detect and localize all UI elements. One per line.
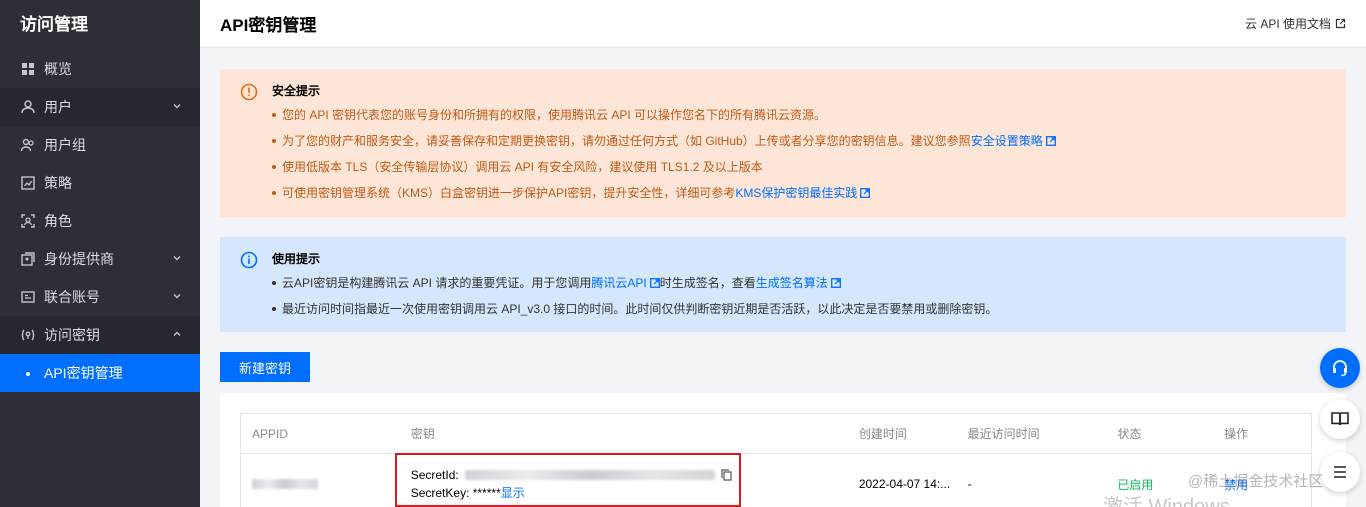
show-secret-key-link[interactable]: 显示 xyxy=(501,484,525,502)
copy-icon[interactable] xyxy=(721,469,732,481)
api-doc-link-label: 云 API 使用文档 xyxy=(1244,17,1331,31)
sidebar-item-label: API密钥管理 xyxy=(44,365,123,381)
security-tip: 为了您的财产和服务安全，请妥善保存和定期更换密钥，请勿通过任何方式（如 GitH… xyxy=(272,134,1326,148)
sidebar-item-label: 策略 xyxy=(44,175,72,191)
secret-cell: SecretId: SecretKey: ****** 显示 xyxy=(400,454,848,507)
external-link-icon xyxy=(1335,18,1346,29)
external-link-icon xyxy=(1045,136,1056,146)
headset-icon xyxy=(1333,360,1347,377)
usage-tip-text: 最近访问时间指最近一次使用密钥调用云 API_v3.0 接口的时间。此时间仅供判… xyxy=(282,302,998,316)
sidebar-item-label: 用户组 xyxy=(44,137,86,153)
menu-button[interactable] xyxy=(1320,452,1360,492)
last-access-cell: - xyxy=(967,477,972,491)
security-alert-title: 安全提示 xyxy=(272,84,321,98)
chevron-down-icon xyxy=(173,104,181,109)
column-appid: APPID xyxy=(252,427,289,441)
sidebar-item-label: 概览 xyxy=(44,61,72,77)
usage-tip: 最近访问时间指最近一次使用密钥调用云 API_v3.0 接口的时间。此时间仅供判… xyxy=(272,302,1326,316)
kms-best-practice-link[interactable]: KMS保护密钥最佳实践 xyxy=(735,186,857,200)
tencent-cloud-api-link[interactable]: 腾讯云API xyxy=(591,276,646,290)
chevron-up-icon xyxy=(173,331,181,336)
role-icon xyxy=(20,213,36,229)
security-tip-text: 可使用密钥管理系统（KMS）白盒密钥进一步保护API密钥，提升安全性，详细可参考 xyxy=(282,186,736,200)
active-dot xyxy=(26,372,30,376)
identity-provider-icon xyxy=(20,251,36,267)
security-tip: 使用低版本 TLS（安全传输层协议）调用云 API 有安全风险，建议使用 TLS… xyxy=(272,160,1326,174)
secret-key-label: SecretKey: ****** xyxy=(410,486,501,500)
redacted-secret-id xyxy=(464,470,715,480)
main-content: API密钥管理 云 API 使用文档 安全提示 您的 API 密钥代表您的账号身… xyxy=(200,0,1366,507)
security-policy-link[interactable]: 安全设置策略 xyxy=(971,134,1043,148)
watermark: @稀土掘金技术社区 xyxy=(1188,473,1324,490)
secret-key-row: SecretKey: ****** 显示 xyxy=(411,484,525,502)
security-tip: 您的 API 密钥代表您的账号身份和所拥有的权限，使用腾讯云 API 可以操作您… xyxy=(272,108,1326,122)
grid-icon xyxy=(20,61,36,77)
secret-id-row: SecretId: xyxy=(411,466,732,484)
external-link-icon xyxy=(860,188,871,198)
info-icon xyxy=(240,251,258,269)
appid-cell xyxy=(241,454,400,507)
sidebar-item-identity-providers[interactable]: 身份提供商 xyxy=(0,240,200,278)
external-link-icon xyxy=(649,278,660,288)
page-header: API密钥管理 云 API 使用文档 xyxy=(200,0,1366,48)
security-tip: 可使用密钥管理系统（KMS）白盒密钥进一步保护API密钥，提升安全性，详细可参考… xyxy=(272,186,1326,200)
external-link-icon xyxy=(830,278,841,288)
created-cell: 2022-04-07 14:... xyxy=(858,477,951,491)
support-button[interactable] xyxy=(1320,348,1360,388)
column-status: 状态 xyxy=(1117,427,1142,441)
policy-icon xyxy=(20,175,36,191)
user-group-icon xyxy=(20,137,36,153)
sidebar-item-label: 角色 xyxy=(44,213,72,229)
usage-tip-text: 时生成签名，查看 xyxy=(659,276,756,290)
column-key: 密钥 xyxy=(410,427,435,441)
user-icon xyxy=(20,99,36,115)
security-alert: 安全提示 您的 API 密钥代表您的账号身份和所拥有的权限，使用腾讯云 API … xyxy=(220,69,1346,217)
activate-windows-text: 激活 Windows xyxy=(1103,496,1230,507)
security-tip-text: 使用低版本 TLS（安全传输层协议）调用云 API 有安全风险，建议使用 TLS… xyxy=(282,160,763,174)
chevron-down-icon xyxy=(173,294,181,299)
chevron-down-icon xyxy=(173,256,181,261)
table-header: APPID 密钥 创建时间 最近访问时间 状态 操作 xyxy=(241,414,1311,454)
sidebar-item-api-key-management[interactable]: API密钥管理 xyxy=(0,354,200,392)
usage-alert: 使用提示 云API密钥是构建腾讯云 API 请求的重要凭证。用于您调用腾讯云AP… xyxy=(220,237,1346,332)
security-tip-text: 为了您的财产和服务安全，请妥善保存和定期更换密钥，请勿通过任何方式（如 GitH… xyxy=(282,134,971,148)
book-icon xyxy=(1331,412,1349,426)
sidebar-item-label: 用户 xyxy=(44,99,72,115)
access-key-icon xyxy=(20,327,36,343)
usage-tip-text: 云API密钥是构建腾讯云 API 请求的重要凭证。用于您调用 xyxy=(282,276,592,290)
usage-tip: 云API密钥是构建腾讯云 API 请求的重要凭证。用于您调用腾讯云API 时生成签… xyxy=(272,276,1326,290)
federated-account-icon xyxy=(20,289,36,305)
page-title: API密钥管理 xyxy=(220,16,317,35)
column-created: 创建时间 xyxy=(858,427,907,441)
docs-button[interactable] xyxy=(1320,399,1360,439)
sidebar-item-label: 访问密钥 xyxy=(44,327,100,343)
sidebar-item-label: 联合账号 xyxy=(44,289,100,305)
sidebar-item-roles[interactable]: 角色 xyxy=(0,202,200,240)
sidebar: 访问管理 概览 用户 用户组 策略 角色 身份提供商 联合账号 访问密钥 API… xyxy=(0,0,200,507)
sidebar-item-policies[interactable]: 策略 xyxy=(0,164,200,202)
api-doc-link[interactable]: 云 API 使用文档 xyxy=(1245,15,1346,32)
signature-algorithm-link[interactable]: 生成签名算法 xyxy=(756,276,828,290)
sidebar-item-user-groups[interactable]: 用户组 xyxy=(0,126,200,164)
sidebar-item-label: 身份提供商 xyxy=(44,251,114,267)
sidebar-item-access-keys[interactable]: 访问密钥 xyxy=(0,316,200,354)
warning-icon xyxy=(240,83,258,101)
sidebar-item-overview[interactable]: 概览 xyxy=(0,50,200,88)
secret-id-label: SecretId: xyxy=(410,468,459,482)
column-actions: 操作 xyxy=(1224,427,1249,441)
new-key-button[interactable]: 新建密钥 xyxy=(220,352,310,382)
sidebar-item-users[interactable]: 用户 xyxy=(0,88,200,126)
security-tip-text: 您的 API 密钥代表您的账号身份和所拥有的权限，使用腾讯云 API 可以操作您… xyxy=(282,108,827,122)
sidebar-item-federated-accounts[interactable]: 联合账号 xyxy=(0,278,200,316)
usage-alert-title: 使用提示 xyxy=(272,252,321,266)
redacted-appid xyxy=(252,479,318,489)
column-last-access: 最近访问时间 xyxy=(967,427,1040,441)
sidebar-brand: 访问管理 xyxy=(20,15,88,34)
list-icon xyxy=(1334,466,1346,478)
